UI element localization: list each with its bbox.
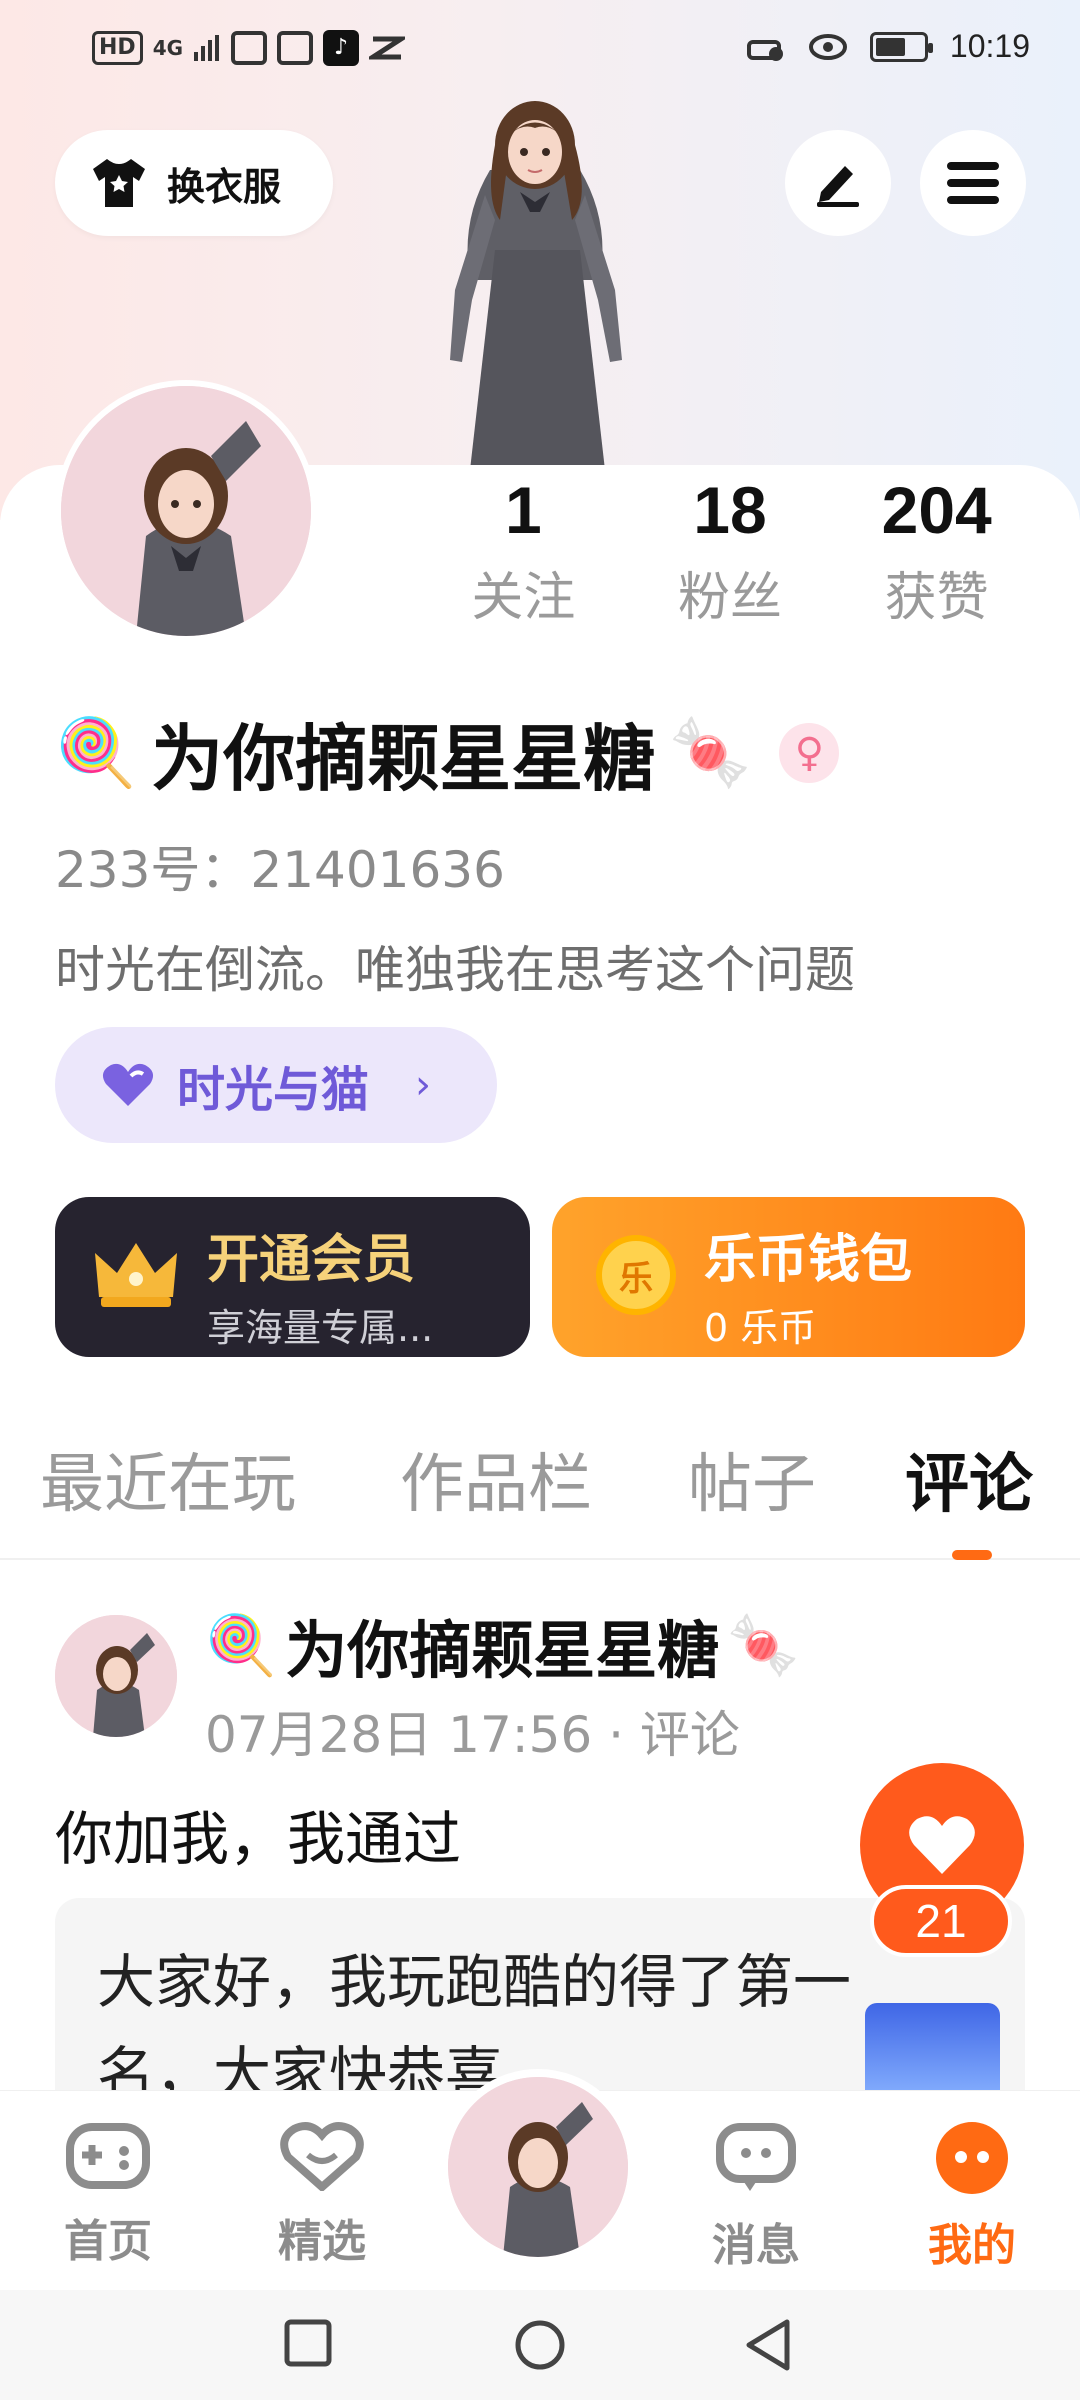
crown-icon (95, 1243, 177, 1307)
username-row: 🍭 为你摘颗星星糖 🍬 ♀ (55, 700, 840, 805)
change-outfit-label: 换衣服 (167, 164, 282, 209)
following-label: 关注 (471, 568, 576, 628)
likes-count: 204 (881, 473, 992, 547)
nav-me-label: 我的 (928, 2220, 1016, 2271)
lollipop-emoji: 🍭 (55, 713, 138, 791)
group-badge-button[interactable]: 时光与猫 › (55, 1027, 497, 1143)
lollipop-emoji: 🍭 (205, 1611, 278, 1679)
nav-home[interactable]: 首页 (48, 2121, 168, 2269)
followers-count: 18 (693, 473, 767, 547)
tab-posts[interactable]: 帖子 (688, 1440, 816, 1530)
avatar-image (61, 386, 311, 636)
gamepad-icon (66, 2123, 150, 2189)
group-name: 时光与猫 (177, 1062, 370, 1118)
menu-button[interactable] (920, 130, 1026, 236)
candy-emoji: 🍬 (727, 1611, 800, 1679)
username: 为你摘颗星星糖 (151, 717, 656, 801)
post-meta: 07月28日 17:56 · 评论 (205, 1706, 740, 1764)
chevron-right-icon: › (415, 1062, 432, 1108)
back-triangle-icon[interactable] (743, 2318, 793, 2372)
profile-dots-icon (936, 2122, 1008, 2194)
heart-icon (909, 1816, 975, 1874)
recents-square-icon[interactable] (283, 2318, 333, 2368)
signal-type: 4G (152, 36, 184, 60)
post-author-name[interactable]: 为你摘颗星星糖 (285, 1600, 719, 1690)
stat-following[interactable]: 1 关注 (420, 470, 627, 640)
nav-me[interactable]: 我的 (912, 2121, 1032, 2273)
coin-icon: 乐 (596, 1235, 676, 1315)
home-circle-icon[interactable] (513, 2318, 567, 2372)
stat-followers[interactable]: 18 粉丝 (627, 470, 834, 640)
nav-messages[interactable]: 消息 (696, 2121, 816, 2273)
profile-stats: 1 关注 18 粉丝 204 获赞 (420, 470, 1040, 640)
nav-featured-label: 精选 (278, 2216, 366, 2267)
hd-indicator: HD (92, 31, 143, 65)
followers-label: 粉丝 (678, 568, 783, 628)
candy-emoji: 🍬 (669, 713, 752, 791)
nav-messages-label: 消息 (712, 2220, 800, 2271)
nav-avatar-button[interactable] (440, 2069, 636, 2265)
system-navigation-bar (0, 2290, 1080, 2400)
eye-comfort-icon (808, 33, 847, 60)
comment-text: 你加我，我通过 (55, 1805, 462, 1873)
profile-tabs: 最近在玩 作品栏 帖子 评论 (0, 1440, 1080, 1560)
tab-works[interactable]: 作品栏 (400, 1440, 592, 1530)
active-tab-indicator (952, 1550, 992, 1560)
pencil-icon (817, 166, 859, 207)
stat-likes[interactable]: 204 获赞 (833, 470, 1040, 640)
purple-heart-icon (102, 1063, 154, 1106)
tshirt-icon (93, 159, 145, 207)
battery-icon (869, 31, 933, 62)
bottom-navigation: 首页 精选 消息 我的 (0, 2069, 1080, 2290)
nav-home-label: 首页 (64, 2216, 152, 2267)
status-bar: HD 4G ♪ 10:19 (0, 0, 1080, 110)
clock: 10:19 (949, 28, 1030, 64)
profile-avatar[interactable] (55, 380, 317, 642)
edit-profile-button[interactable] (785, 130, 891, 236)
hamburger-menu-icon (947, 162, 999, 204)
user-id: 233号：21401636 (55, 841, 505, 899)
tab-comments[interactable]: 评论 (905, 1440, 1033, 1530)
female-gender-icon: ♀ (779, 722, 840, 783)
wallet-title: 乐币钱包 (704, 1230, 913, 1290)
chat-icon (716, 2123, 796, 2191)
heart-bubble-icon (280, 2122, 364, 2193)
post-author-avatar[interactable] (55, 1615, 177, 1737)
like-count-badge: 21 (870, 1885, 1012, 1957)
notification-icon (369, 36, 406, 60)
signal-icon (194, 35, 220, 61)
tiktok-icon: ♪ (323, 30, 360, 66)
app-notification-icon (277, 31, 314, 65)
nav-featured[interactable]: 精选 (262, 2121, 382, 2269)
avatar-3d-figure[interactable] (400, 100, 670, 470)
following-count: 1 (504, 473, 542, 547)
vip-subtitle: 享海量专属... (207, 1306, 434, 1350)
user-bio: 时光在倒流。唯独我在思考这个问题 (55, 941, 855, 999)
tab-recent-play[interactable]: 最近在玩 (40, 1440, 296, 1530)
change-outfit-button[interactable]: 换衣服 (55, 130, 333, 236)
car-mode-icon (746, 39, 783, 61)
post-author-row: 🍭 为你摘颗星星糖 🍬 (205, 1600, 799, 1690)
vip-title: 开通会员 (207, 1230, 416, 1290)
likes-label: 获赞 (884, 568, 989, 628)
wallet-balance: 0 乐币 (704, 1306, 817, 1350)
coin-wallet-card[interactable]: 乐 乐币钱包 0 乐币 (552, 1197, 1025, 1357)
avatar-image (448, 2077, 628, 2257)
vip-membership-card[interactable]: 开通会员 享海量专属... (55, 1197, 530, 1357)
avatar-image (55, 1615, 177, 1737)
app-notification-icon (231, 31, 268, 65)
